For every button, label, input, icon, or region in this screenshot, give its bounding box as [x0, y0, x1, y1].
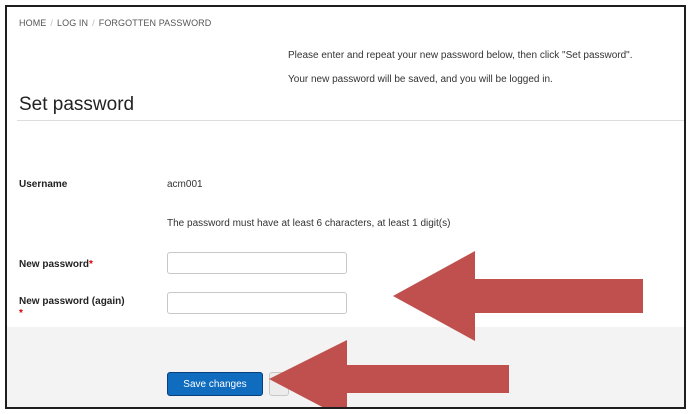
- password-policy-text: The password must have at least 6 charac…: [167, 218, 451, 229]
- instructions-line-1: Please enter and repeat your new passwor…: [288, 50, 633, 61]
- breadcrumb-home[interactable]: HOME: [19, 18, 46, 28]
- breadcrumb: HOME / LOG IN / FORGOTTEN PASSWORD: [19, 18, 211, 28]
- cancel-button[interactable]: [269, 372, 289, 396]
- breadcrumb-separator: /: [92, 18, 95, 28]
- required-marker: *: [89, 259, 93, 270]
- new-password-label-text: New password: [19, 259, 90, 270]
- new-password-again-input[interactable]: [167, 292, 347, 314]
- save-changes-button[interactable]: Save changes: [167, 372, 263, 396]
- breadcrumb-separator: /: [50, 18, 54, 28]
- screenshot-frame: HOME / LOG IN / FORGOTTEN PASSWORD Please en…: [5, 5, 686, 409]
- title-divider: [17, 120, 684, 121]
- required-marker: *: [19, 308, 23, 319]
- username-value: acm001: [167, 179, 203, 190]
- page-title: Set password: [19, 94, 135, 115]
- breadcrumb-log-in[interactable]: LOG IN: [57, 18, 88, 28]
- form-footer: [7, 327, 684, 407]
- instructions-line-2: Your new password will be saved, and you…: [288, 74, 553, 85]
- breadcrumb-forgotten-password[interactable]: FORGOTTEN PASSWORD: [99, 18, 212, 28]
- new-password-label: New password*: [19, 259, 93, 270]
- new-password-again-label: New password (again): [19, 296, 125, 307]
- username-label: Username: [19, 179, 68, 190]
- new-password-input[interactable]: [167, 252, 347, 274]
